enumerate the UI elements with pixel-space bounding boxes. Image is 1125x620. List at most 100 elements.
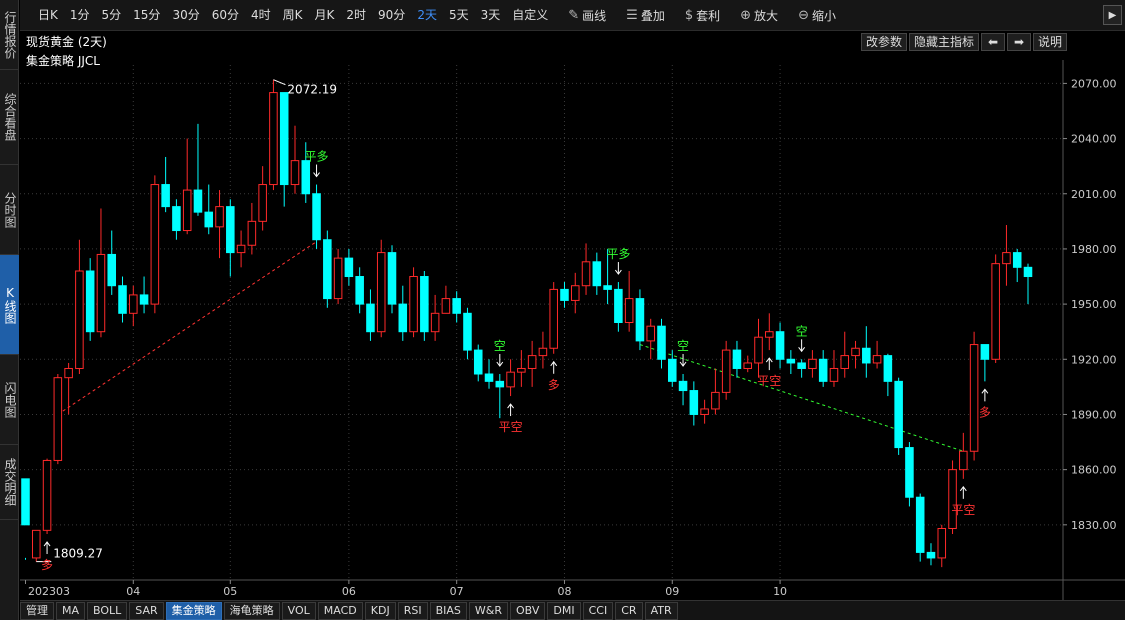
period-button-1[interactable]: 1分	[64, 0, 96, 31]
candle-body	[420, 276, 429, 333]
period-button-6[interactable]: 4时	[245, 0, 277, 31]
period-selector: 日K 1分 5分 15分 30分 60分 4时 周K 月K 2时 90分 2天 5天 3天 自定义	[20, 0, 554, 31]
candle-body	[570, 285, 580, 301]
candle-body	[139, 294, 149, 305]
zoom-out-icon: ⊖	[798, 7, 809, 23]
x-tick-label: 04	[126, 585, 140, 598]
candle-body	[743, 362, 753, 369]
sidebar-item-2[interactable]: 分时图	[0, 165, 19, 255]
y-tick-label: 1980.00	[1071, 243, 1117, 256]
indicator-tab-7[interactable]: MACD	[317, 601, 363, 620]
sidebar-item-4[interactable]: 闪电图	[0, 355, 19, 445]
zoom-in-icon: ⊕	[740, 7, 752, 23]
candle-body	[581, 261, 591, 287]
tool-label: 画线	[582, 8, 607, 23]
indicator-tab-16[interactable]: ATR	[644, 601, 678, 620]
candle-body	[678, 380, 688, 392]
period-button-3[interactable]: 15分	[127, 0, 166, 31]
period-button-12[interactable]: 5天	[443, 0, 475, 31]
indicator-tab-12[interactable]: OBV	[510, 601, 546, 620]
sidebar-item-5[interactable]: 成交明细	[0, 445, 19, 520]
signal-label: 空	[494, 339, 506, 353]
prev-arrow-icon[interactable]: ⬅	[980, 33, 1005, 51]
hide-main-indicator-button[interactable]: 隐藏主指标	[908, 33, 979, 51]
candle-body	[711, 391, 720, 410]
candle-body	[765, 331, 774, 338]
indicator-tab-13[interactable]: DMI	[547, 601, 581, 620]
candle-body	[129, 294, 138, 314]
candle-body	[657, 325, 666, 360]
period-button-7[interactable]: 周K	[277, 0, 309, 31]
indicator-tab-11[interactable]: W&R	[468, 601, 508, 620]
candle-body	[721, 349, 731, 393]
period-button-2[interactable]: 5分	[96, 0, 128, 31]
candle-body	[506, 371, 515, 388]
indicator-tab-3[interactable]: SAR	[129, 601, 164, 620]
indicator-tab-4[interactable]: 集金策略	[165, 601, 222, 620]
indicator-tab-14[interactable]: CCI	[582, 601, 614, 620]
period-button-10[interactable]: 90分	[372, 0, 411, 31]
period-button-0[interactable]: 日K	[32, 0, 64, 31]
candle-body	[635, 298, 645, 342]
period-button-4[interactable]: 30分	[166, 0, 205, 31]
candle-body	[495, 380, 505, 388]
period-button-11[interactable]: 2天	[411, 0, 443, 31]
candle-body	[387, 252, 397, 305]
candle-body	[215, 206, 224, 228]
indicator-tab-6[interactable]: VOL	[281, 601, 316, 620]
x-tick-label: 10	[773, 585, 787, 598]
indicator-tab-0[interactable]: 管理	[20, 601, 54, 620]
indicator-tab-8[interactable]: KDJ	[364, 601, 396, 620]
y-tick-label: 1860.00	[1071, 464, 1117, 477]
candle-body	[182, 189, 192, 232]
candle-body	[797, 362, 806, 369]
y-tick-label: 1920.00	[1071, 353, 1117, 366]
candle-body	[614, 288, 623, 323]
candle-body	[560, 288, 569, 301]
candle-body	[991, 263, 1000, 360]
candle-body	[905, 447, 914, 498]
indicator-tab-10[interactable]: BIAS	[429, 601, 467, 620]
period-button-9[interactable]: 2时	[340, 0, 372, 31]
y-tick-label: 2070.00	[1071, 77, 1117, 90]
sidebar-item-3[interactable]: K线图	[0, 255, 19, 355]
candle-body	[808, 358, 817, 369]
indicator-tab-2[interactable]: BOLL	[87, 601, 128, 620]
indicator-tab-1[interactable]: MA	[56, 601, 86, 620]
indicator-tab-9[interactable]: RSI	[397, 601, 428, 620]
period-button-8[interactable]: 月K	[309, 0, 341, 31]
tool-button-1[interactable]: ☰ 叠加	[616, 0, 675, 31]
candle-body	[484, 373, 494, 382]
next-arrow-icon[interactable]: ➡	[1006, 33, 1031, 51]
candle-body	[64, 367, 73, 379]
tool-button-4[interactable]: ⊖ 缩小	[788, 0, 846, 31]
y-tick-label: 2010.00	[1071, 188, 1117, 201]
candle-body	[926, 551, 936, 559]
sidebar-item-0[interactable]: 行情报价	[0, 0, 19, 70]
tool-group: ✎ 画线 ☰ 叠加 $ 套利 ⊕ 放大 ⊖ 缩小	[558, 0, 846, 31]
candlestick-chart[interactable]: 2070.00 2040.00 2010.00 1980.00 1950.00 1920.…	[20, 60, 1125, 600]
tool-button-3[interactable]: ⊕ 放大	[730, 0, 788, 31]
indicator-tab-15[interactable]: CR	[615, 601, 643, 620]
signal-label: 多	[548, 378, 560, 392]
sidebar-item-1[interactable]: 综合看盘	[0, 70, 19, 165]
period-button-5[interactable]: 60分	[206, 0, 245, 31]
indicator-tab-5[interactable]: 海龟策略	[223, 601, 280, 620]
change-params-button[interactable]: 改参数	[860, 33, 907, 51]
candle-body	[840, 355, 850, 369]
candle-body	[452, 298, 461, 314]
candle-body	[754, 336, 763, 364]
signal-label: 空	[796, 324, 808, 338]
tool-button-0[interactable]: ✎ 画线	[558, 0, 616, 31]
candle-body	[161, 184, 170, 208]
candle-body	[592, 261, 602, 287]
toolbar-expand-arrow-icon[interactable]: ▶	[1103, 5, 1122, 25]
candle-body	[96, 253, 106, 333]
tool-button-2[interactable]: $ 套利	[675, 0, 730, 31]
candle-body	[646, 325, 655, 342]
period-button-13[interactable]: 3天	[475, 0, 507, 31]
help-button[interactable]: 说明	[1032, 33, 1067, 51]
x-tick-label: 07	[450, 585, 464, 598]
candle-body	[398, 303, 408, 333]
period-button-14[interactable]: 自定义	[506, 0, 554, 31]
